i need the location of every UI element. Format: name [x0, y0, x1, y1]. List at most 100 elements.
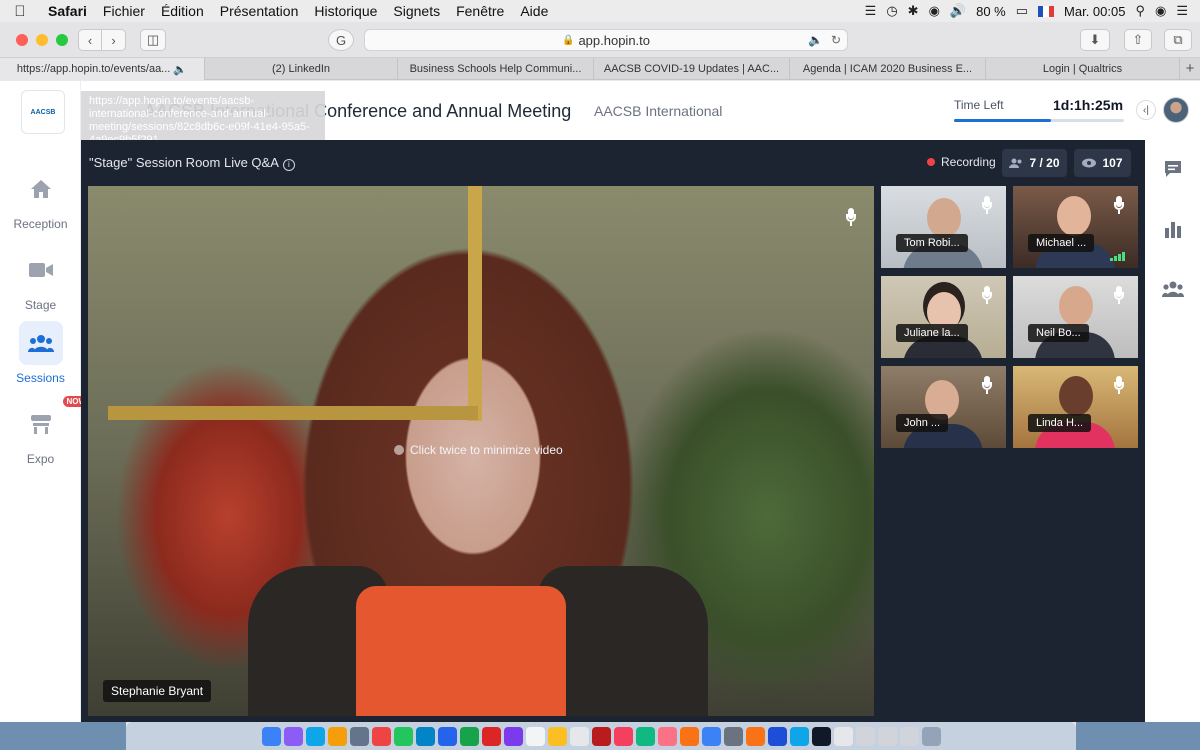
- siri-icon[interactable]: ◉: [1155, 3, 1166, 19]
- app-icon[interactable]: [393, 726, 413, 746]
- menu-historique[interactable]: Historique: [306, 3, 385, 19]
- chrome-icon[interactable]: [327, 726, 347, 746]
- recording-dot-icon: [927, 158, 935, 166]
- chat-icon[interactable]: [1162, 158, 1184, 180]
- minimize-hint: Click twice to minimize video: [394, 443, 563, 457]
- french-flag-icon[interactable]: [1038, 5, 1055, 17]
- tab-icam-agenda[interactable]: Agenda | ICAM 2020 Business E...: [790, 58, 986, 80]
- activity-monitor-icon[interactable]: [811, 726, 831, 746]
- nav-expo[interactable]: NOW Expo: [0, 396, 91, 466]
- vlc-icon[interactable]: [745, 726, 765, 746]
- trash-icon[interactable]: [921, 726, 941, 746]
- messages-icon[interactable]: [635, 726, 655, 746]
- equalizer-icon[interactable]: ☰: [865, 3, 877, 19]
- bluetooth-icon[interactable]: ✱: [908, 3, 919, 19]
- tab-aacsb-covid[interactable]: AACSB COVID-19 Updates | AAC...: [594, 58, 790, 80]
- time-left-value: 1d:1h:25m: [1053, 97, 1124, 113]
- speaker-icon[interactable]: 🔈: [173, 63, 187, 76]
- menu-presentation[interactable]: Présentation: [212, 3, 307, 19]
- menu-aide[interactable]: Aide: [512, 3, 556, 19]
- books-icon[interactable]: [679, 726, 699, 746]
- zoom-window-button[interactable]: [56, 33, 68, 46]
- participant-tile[interactable]: Juliane la...: [881, 276, 1006, 358]
- menu-signets[interactable]: Signets: [385, 3, 448, 19]
- volume-icon[interactable]: 🔊: [950, 3, 966, 19]
- downloads-button[interactable]: ⬇: [1080, 29, 1110, 51]
- tab-label: (2) LinkedIn: [271, 63, 331, 75]
- photos-icon[interactable]: [613, 726, 633, 746]
- close-window-button[interactable]: [16, 33, 28, 46]
- polls-icon[interactable]: [1162, 218, 1184, 240]
- app-icon[interactable]: [371, 726, 391, 746]
- nav-sessions[interactable]: Sessions: [0, 321, 81, 385]
- tab-qualtrics[interactable]: Login | Qualtrics: [986, 58, 1180, 80]
- menu-fichier[interactable]: Fichier: [95, 3, 153, 19]
- plus-icon: +: [1185, 60, 1195, 77]
- participant-tile[interactable]: Michael ...: [1013, 186, 1138, 268]
- tab-linkedin[interactable]: (2) LinkedIn: [205, 58, 398, 80]
- window-icon[interactable]: [877, 726, 897, 746]
- forward-button[interactable]: ›: [102, 29, 126, 51]
- onenote-icon[interactable]: [503, 726, 523, 746]
- siri-dock-icon[interactable]: [283, 726, 303, 746]
- app-store-icon[interactable]: [701, 726, 721, 746]
- apple-menu-icon[interactable]: : [0, 3, 40, 20]
- system-preferences-icon[interactable]: [723, 726, 743, 746]
- new-tab-button[interactable]: +: [1180, 58, 1200, 79]
- share-button[interactable]: ⇧: [1124, 29, 1152, 51]
- info-icon[interactable]: i: [282, 159, 295, 171]
- finder-icon[interactable]: [261, 726, 281, 746]
- menu-fenetre[interactable]: Fenêtre: [448, 3, 512, 19]
- people-list-icon[interactable]: [1162, 278, 1184, 300]
- minimize-window-button[interactable]: [36, 33, 48, 46]
- battery-icon[interactable]: ▭: [1016, 3, 1028, 19]
- chevron-left-icon: ‹: [87, 32, 93, 48]
- word-icon[interactable]: [437, 726, 457, 746]
- menu-clock[interactable]: Mar. 00:05: [1064, 4, 1125, 19]
- menu-app-safari[interactable]: Safari: [40, 3, 95, 19]
- extension-button[interactable]: G: [328, 29, 354, 51]
- powerpoint-icon[interactable]: [481, 726, 501, 746]
- microphone-icon: [1112, 196, 1126, 214]
- viewers-count[interactable]: 107: [1074, 149, 1131, 177]
- menu-edition[interactable]: Édition: [153, 3, 212, 19]
- window-icon[interactable]: [899, 726, 919, 746]
- excel-icon[interactable]: [459, 726, 479, 746]
- collapse-sidebar-button[interactable]: ‹|: [1136, 100, 1156, 120]
- user-avatar[interactable]: [1163, 97, 1189, 123]
- sidebar-toggle-button[interactable]: ◫: [140, 29, 166, 51]
- participant-tile[interactable]: Linda H...: [1013, 366, 1138, 448]
- reminders-icon[interactable]: [569, 726, 589, 746]
- participant-tile[interactable]: Neil Bo...: [1013, 276, 1138, 358]
- calendar-icon[interactable]: [833, 726, 853, 746]
- time-machine-icon[interactable]: ◷: [886, 3, 897, 19]
- back-button[interactable]: ‹: [78, 29, 102, 51]
- tab-overview-button[interactable]: ⧉: [1164, 29, 1192, 51]
- main-speaker-video[interactable]: Click twice to minimize video Stephanie …: [88, 186, 874, 716]
- acrobat-icon[interactable]: [591, 726, 611, 746]
- wifi-icon[interactable]: ◉: [929, 3, 940, 19]
- zoom-icon[interactable]: [789, 726, 809, 746]
- notes-icon[interactable]: [547, 726, 567, 746]
- tab-hopin[interactable]: https://app.hopin.to/events/aa... 🔈: [0, 58, 205, 80]
- participant-tile[interactable]: Tom Robi...: [881, 186, 1006, 268]
- participants-count[interactable]: 7 / 20: [1002, 149, 1067, 177]
- nav-reception[interactable]: Reception: [0, 167, 81, 231]
- address-bar[interactable]: 🔒 app.hopin.to 🔈 ↻: [364, 29, 848, 51]
- nav-stage[interactable]: Stage: [0, 248, 81, 312]
- preview-icon[interactable]: [855, 726, 875, 746]
- calendar-icon[interactable]: [525, 726, 545, 746]
- spotlight-search-icon[interactable]: ⚲: [1135, 3, 1145, 19]
- skype-icon[interactable]: [415, 726, 435, 746]
- safari-dock-icon[interactable]: [305, 726, 325, 746]
- notification-center-icon[interactable]: ☰: [1176, 3, 1188, 19]
- teams-icon[interactable]: [767, 726, 787, 746]
- launchpad-icon[interactable]: [349, 726, 369, 746]
- aacsb-logo[interactable]: AACSB: [21, 90, 65, 134]
- music-icon[interactable]: [657, 726, 677, 746]
- organizer-link[interactable]: AACSB International: [594, 103, 722, 119]
- participant-tile[interactable]: John ...: [881, 366, 1006, 448]
- reload-icon[interactable]: ↻: [831, 33, 841, 47]
- tab-business-schools[interactable]: Business Schools Help Communi...: [398, 58, 594, 80]
- audio-playing-icon[interactable]: 🔈: [808, 33, 823, 47]
